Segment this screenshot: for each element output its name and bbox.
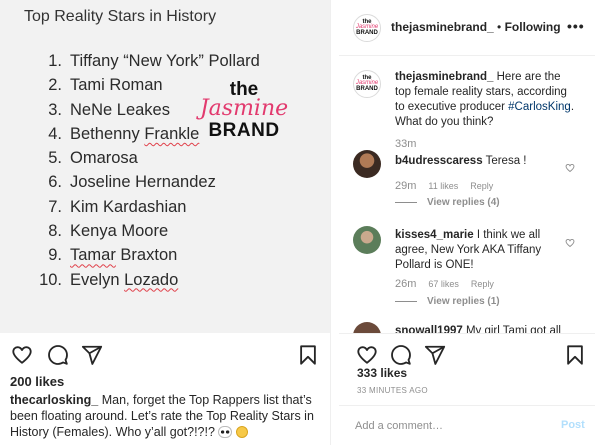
comment-text: kisses4_marie I think we all agree, New … [395,229,542,271]
comment-like-heart-icon[interactable] [565,235,575,248]
comment-meta: 29m 11 likes Reply [395,180,505,192]
left-post: Top Reality Stars in History 1. Tiffany “… [0,0,330,445]
caption-comment-text: thejasminebrand_ Here are the top female… [395,71,575,128]
comment-likes[interactable]: 67 likes [428,279,459,289]
header-separator: • [493,20,505,34]
reply-button[interactable]: Reply [470,181,493,191]
following-button[interactable]: Following [505,20,561,34]
spellcheck-mark: Tamar [70,246,116,265]
comment-username[interactable]: thejasminebrand_ [395,71,493,83]
comment-bar: Post [339,405,595,445]
caption-avatar[interactable]: the Jasmine BRAND [353,70,381,98]
like-heart-icon[interactable] [355,343,379,367]
comment-bubble-icon[interactable] [46,343,70,367]
comment-likes[interactable]: 11 likes [428,181,458,191]
right-like-count[interactable]: 333 likes [357,366,407,380]
commenter-avatar[interactable] [353,150,381,178]
bookmark-icon[interactable] [296,343,320,367]
left-caption: thecarlosking_ Man, forget the Top Rappe… [10,392,326,440]
bookmark-icon[interactable] [563,343,587,367]
ranking-item: 5. Omarosa [48,149,138,168]
commenter-avatar[interactable] [353,226,381,254]
ranking-item: 1. Tiffany “New York” Pollard [48,52,260,70]
thinking-face-emoji-icon [235,426,248,438]
comment-meta: 26m 67 likes Reply [395,278,506,290]
comment-bubble-icon[interactable] [389,343,413,367]
reply-button[interactable]: Reply [471,279,494,289]
caption-username[interactable]: thecarlosking_ [10,393,98,407]
right-panel: the Jasmine BRAND thejasminebrand_ • Fol… [339,0,595,445]
hashtag-link[interactable]: #CarlosKing [508,101,571,113]
ranking-item: 6. Joseline Hernandez [48,173,216,192]
comment-text: snowall1997 My girl Tami got all [395,324,575,333]
comment-text: b4udresscaress Teresa ! [395,155,527,167]
comment-username[interactable]: b4udresscaress [395,155,483,167]
list-title: Top Reality Stars in History [24,8,217,25]
view-replies-button[interactable]: View replies (1) [395,296,500,307]
view-replies-button[interactable]: View replies (4) [395,197,500,208]
comment-time: 29m [395,180,417,192]
eyes-emoji-icon [218,426,233,438]
spellcheck-mark: Frankle [144,124,200,143]
spellcheck-mark: Lozado [124,270,179,289]
panel-divider [330,0,331,445]
left-action-bar [0,333,330,375]
commenter-avatar[interactable] [353,322,381,333]
post-timestamp: 33 MINUTES AGO [357,386,428,395]
left-like-count[interactable]: 200 likes [10,374,64,389]
comment-time: 26m [395,278,417,290]
more-options-icon[interactable]: ••• [567,18,585,34]
comment-username[interactable]: snowall1997 [395,325,463,333]
share-send-icon[interactable] [423,343,447,367]
ranking-item: 10. Evelyn Lozado [39,270,179,289]
header-user-line: thejasminebrand_ • Following [391,20,561,34]
header-username[interactable]: thejasminebrand_ [391,20,494,34]
comment-like-heart-icon[interactable] [565,160,575,173]
ranking-item: 8. Kenya Moore [48,222,169,241]
ranking-item: 7. Kim Kardashian [48,197,187,216]
post-header: the Jasmine BRAND thejasminebrand_ • Fol… [339,0,595,56]
jasmine-brand-watermark: the Jasmine BRAND [199,79,289,141]
like-heart-icon[interactable] [10,343,34,367]
add-comment-input[interactable] [355,416,551,436]
caption-time: 33m [395,138,417,150]
header-avatar[interactable]: the Jasmine BRAND [353,14,381,42]
ranking-item: 9. Tamar Braxton [48,246,178,265]
comment-item: snowall1997 My girl Tami got all [339,322,595,333]
share-send-icon[interactable] [80,343,104,367]
post-image: Top Reality Stars in History 1. Tiffany “… [0,0,330,333]
post-comment-button[interactable]: Post [561,419,585,431]
comment-username[interactable]: kisses4_marie [395,229,474,241]
